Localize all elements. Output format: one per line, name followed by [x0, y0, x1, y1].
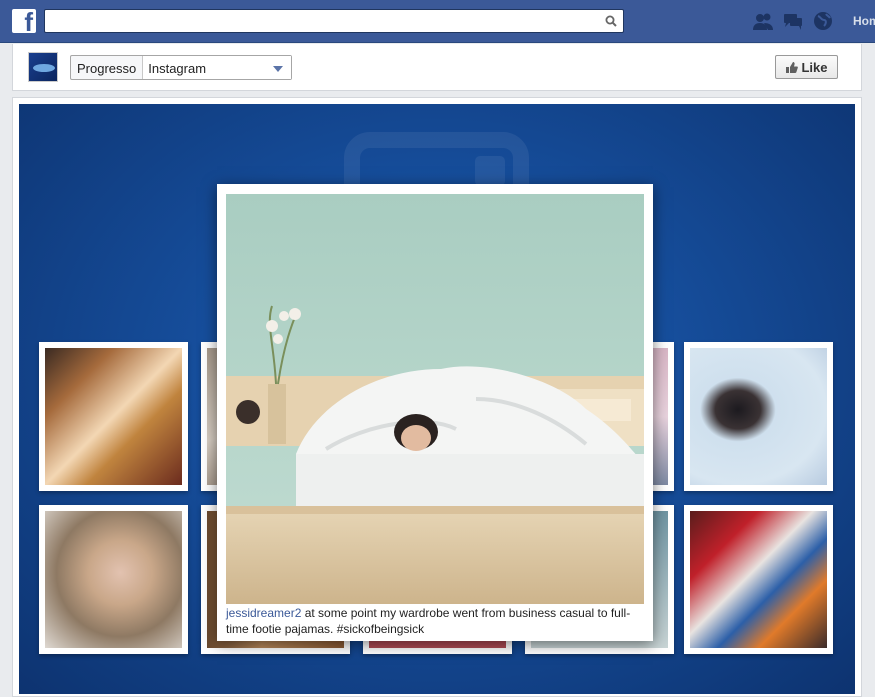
notifications-globe-icon[interactable]: [812, 10, 834, 32]
app-selector-dropdown[interactable]: Instagram: [143, 56, 292, 79]
page-avatar[interactable]: [28, 52, 58, 82]
friend-requests-icon[interactable]: [752, 10, 774, 32]
facebook-logo-letter: f: [24, 7, 33, 37]
search-input[interactable]: [44, 9, 624, 33]
search-icon[interactable]: [605, 15, 617, 27]
lightbox-photo-illustration: [226, 194, 644, 604]
facebook-logo-icon[interactable]: f: [12, 7, 36, 37]
photo-thumbnail[interactable]: [684, 342, 833, 491]
lightbox-caption: jessidreamer2 at some point my wardrobe …: [226, 605, 644, 637]
messages-icon[interactable]: [782, 10, 804, 32]
jewel-icons: [752, 10, 834, 32]
top-navigation-bar: f Hom: [0, 0, 875, 43]
app-selector-label: Instagram: [148, 61, 207, 76]
photo-thumbnail[interactable]: [39, 342, 188, 491]
like-button-label: Like: [801, 59, 828, 75]
lightbox-photo[interactable]: [226, 194, 644, 604]
thumbnail-image: [45, 511, 182, 648]
photo-lightbox: jessidreamer2 at some point my wardrobe …: [217, 184, 653, 641]
like-button[interactable]: Like: [775, 55, 838, 79]
thumbs-up-icon: [786, 61, 799, 73]
dropdown-arrow-icon: [273, 66, 284, 72]
page-header: Progresso Instagram Like: [12, 44, 862, 91]
photo-thumbnail[interactable]: [684, 505, 833, 654]
home-link[interactable]: Hom: [853, 14, 875, 28]
breadcrumb: Progresso Instagram: [70, 55, 293, 80]
caption-username-link[interactable]: jessidreamer2: [226, 606, 301, 620]
thumbnail-image: [45, 348, 182, 485]
breadcrumb-page-name[interactable]: Progresso: [71, 56, 144, 79]
thumbnail-image: [690, 348, 827, 485]
photo-thumbnail[interactable]: [39, 505, 188, 654]
thumbnail-image: [690, 511, 827, 648]
